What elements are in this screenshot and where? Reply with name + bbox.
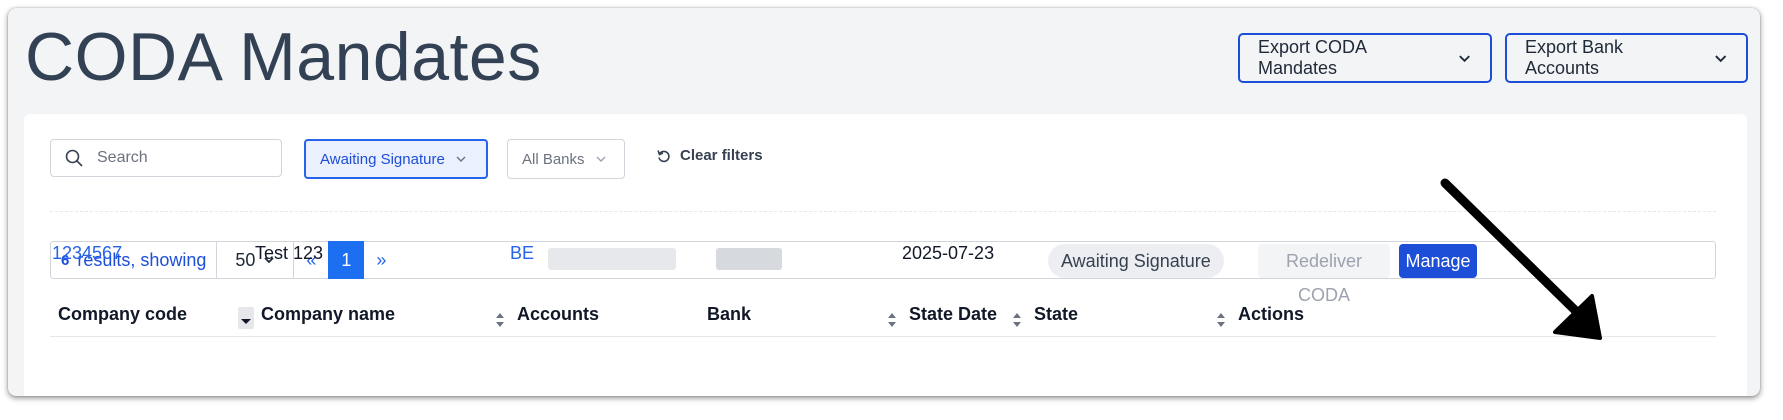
export-bank-accounts-button[interactable]: Export Bank Accounts [1505, 33, 1748, 83]
search-icon [65, 149, 83, 167]
redacted-bank-name [716, 248, 782, 270]
per-page-value: 50 [235, 249, 256, 270]
export-bank-accounts-label: Export Bank Accounts [1525, 37, 1624, 78]
bank-filter-value: All Banks [522, 150, 585, 168]
sort-icon[interactable] [495, 312, 505, 328]
next-page-button[interactable]: » [364, 242, 398, 278]
state-filter-value: Awaiting Signature [320, 150, 445, 168]
current-page-button[interactable]: 1 [328, 241, 365, 279]
chevron-down-icon [596, 156, 606, 162]
company-name-cell: Test 123 [255, 243, 324, 263]
chevron-down-icon [1714, 55, 1726, 63]
chevron-down-icon [456, 156, 466, 162]
column-header-company-name[interactable]: Company name [261, 304, 395, 325]
table-header-divider [50, 336, 1716, 337]
state-filter-dropdown[interactable]: Awaiting Signature [304, 139, 488, 179]
redeliver-coda-button[interactable]: Redeliver CODA [1258, 244, 1390, 305]
search-box[interactable] [50, 139, 282, 177]
chevron-down-icon [1459, 55, 1470, 63]
bank-filter-dropdown[interactable]: All Banks [507, 139, 625, 179]
column-header-accounts[interactable]: Accounts [517, 304, 599, 325]
reset-icon [657, 149, 670, 162]
column-header-state-date[interactable]: State Date [909, 304, 997, 325]
clear-filters-button[interactable]: Clear filters [656, 147, 763, 164]
divider [50, 211, 1716, 212]
export-coda-mandates-label: Export CODA Mandates [1258, 37, 1367, 78]
sort-icon[interactable] [1012, 312, 1022, 328]
sort-icon[interactable] [1216, 312, 1226, 328]
column-header-state[interactable]: State [1034, 304, 1078, 325]
column-header-actions: Actions [1238, 304, 1305, 324]
search-input[interactable] [95, 148, 269, 168]
company-code-link[interactable]: 1234567 [52, 238, 122, 268]
page-title: CODA Mandates [25, 19, 542, 95]
column-header-bank[interactable]: Bank [707, 304, 751, 325]
accounts-cell[interactable]: BE [510, 238, 534, 268]
column-header-company-code[interactable]: Company code [58, 304, 187, 325]
state-badge: Awaiting Signature [1048, 244, 1224, 278]
sort-icon[interactable] [887, 312, 897, 328]
export-coda-mandates-button[interactable]: Export CODA Mandates [1238, 33, 1492, 83]
redacted-account-number [548, 248, 676, 270]
manage-button[interactable]: Manage [1399, 244, 1477, 278]
clear-filters-label: Clear filters [680, 147, 763, 164]
state-date-cell: 2025-07-23 [902, 243, 995, 263]
app-window: CODA Mandates Export CODA Mandates Expor… [8, 8, 1760, 396]
sort-desc-icon[interactable] [238, 307, 254, 329]
